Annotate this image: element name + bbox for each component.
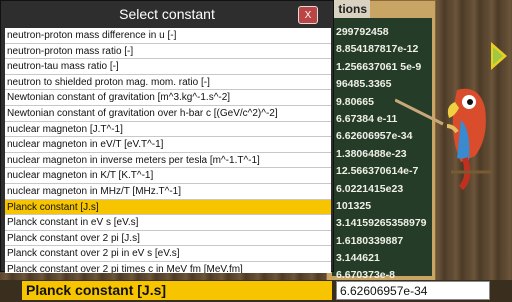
list-item[interactable]: Planck constant [J.s]: [5, 199, 331, 216]
selected-constant-value[interactable]: 6.62606957e-34: [336, 281, 490, 300]
board-value: 1.256637061 5e-9: [336, 60, 422, 73]
board-value: 3.144621: [336, 252, 380, 265]
board-value: 1.6180339887: [336, 234, 404, 247]
list-item[interactable]: Newtonian constant of gravitation over h…: [5, 106, 331, 122]
list-item[interactable]: Newtonian constant of gravitation [m^3.k…: [5, 90, 331, 106]
list-item[interactable]: nuclear magneton in inverse meters per t…: [5, 153, 331, 169]
list-item[interactable]: nuclear magneton in K/T [K.T^-1]: [5, 168, 331, 184]
select-constant-dialog: Select constant X neutron-proton mass di…: [0, 0, 334, 273]
board-value: 101325: [336, 199, 372, 212]
list-item[interactable]: neutron-proton mass ratio [-]: [5, 44, 331, 60]
list-item[interactable]: neutron-tau mass ratio [-]: [5, 59, 331, 75]
parrot-icon: [395, 88, 491, 190]
list-item[interactable]: Planck constant in eV s [eV.s]: [5, 215, 331, 231]
list-item[interactable]: nuclear magneton in eV/T [eV.T^-1]: [5, 137, 331, 153]
list-item[interactable]: Planck constant over 2 pi [J.s]: [5, 231, 331, 247]
board-value: 3.14159265358979: [336, 217, 427, 230]
board-value: 299792458: [336, 26, 389, 38]
selected-constant-name[interactable]: Planck constant [J.s]: [22, 281, 332, 300]
arrow-right-icon-inner: [493, 47, 503, 65]
board-value: 8.854187817e-12: [336, 43, 419, 56]
list-item[interactable]: Planck constant over 2 pi in eV s [eV.s]: [5, 246, 331, 262]
close-button[interactable]: X: [298, 6, 318, 24]
list-item[interactable]: neutron-proton mass difference in u [-]: [5, 28, 331, 44]
constant-list[interactable]: neutron-proton mass difference in u [-] n…: [5, 28, 331, 273]
dialog-title: Select constant: [119, 6, 215, 22]
list-item[interactable]: neutron to shielded proton mag. mom. rat…: [5, 75, 331, 91]
list-item[interactable]: nuclear magneton in MHz/T [MHz.T^-1]: [5, 184, 331, 200]
list-item[interactable]: Planck constant over 2 pi times c in MeV…: [5, 262, 331, 273]
list-item[interactable]: nuclear magneton [J.T^-1]: [5, 122, 331, 138]
